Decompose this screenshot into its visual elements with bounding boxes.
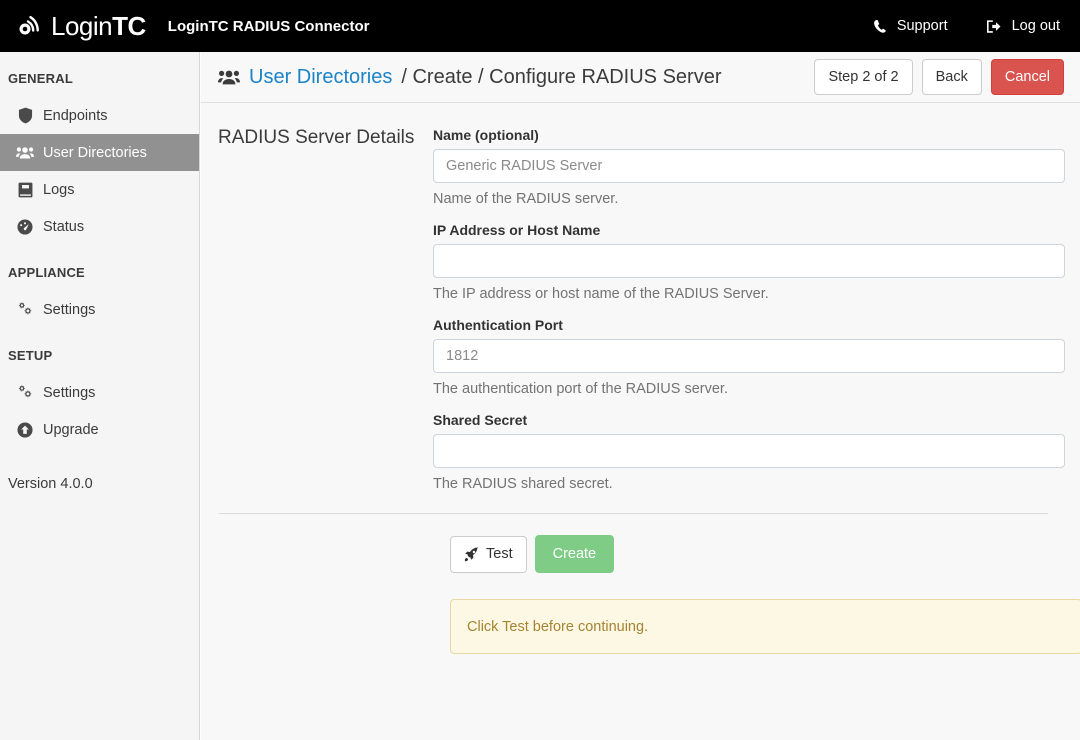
support-link[interactable]: Support xyxy=(873,18,948,34)
navbar-right-links: Support Log out xyxy=(835,18,1060,34)
logout-link[interactable]: Log out xyxy=(986,18,1060,34)
brand-tc-text: TC xyxy=(112,11,146,41)
users-icon xyxy=(16,145,34,160)
field-help: Name of the RADIUS server. xyxy=(433,191,619,207)
field-name: Name (optional) Name of the RADIUS serve… xyxy=(433,127,1065,207)
cogs-icon xyxy=(16,385,34,400)
page-header-buttons: Step 2 of 2 Back Cancel xyxy=(814,58,1064,96)
rocket-icon xyxy=(464,546,479,562)
brand-login-text: Login xyxy=(51,11,113,41)
sidebar-item-label: Settings xyxy=(43,384,96,401)
sidebar-item-logs[interactable]: Logs xyxy=(0,171,199,208)
field-label: IP Address or Host Name xyxy=(433,222,601,238)
field-label: Name (optional) xyxy=(433,127,539,143)
users-icon xyxy=(218,69,240,85)
sidebar-item-label: Upgrade xyxy=(43,421,99,438)
sidebar-item-endpoints[interactable]: Endpoints xyxy=(0,97,199,134)
sidebar-item-label: Status xyxy=(43,218,85,235)
support-label: Support xyxy=(896,18,948,34)
sidebar-heading-appliance: APPLIANCE xyxy=(8,265,85,280)
field-label: Shared Secret xyxy=(433,412,528,428)
shield-icon xyxy=(16,107,34,124)
form-area: RADIUS Server Details Name (optional) Na… xyxy=(201,103,1080,654)
version-label: Version 4.0.0 xyxy=(8,476,93,492)
field-host: IP Address or Host Name The IP address o… xyxy=(433,222,1065,302)
top-navbar: LoginTC LoginTC RADIUS Connector Support xyxy=(0,0,1080,52)
logout-label: Log out xyxy=(1011,18,1060,34)
form-section-title: RADIUS Server Details xyxy=(218,127,415,148)
test-button[interactable]: Test xyxy=(450,535,527,573)
sidebar-heading-general: GENERAL xyxy=(8,71,73,86)
create-button[interactable]: Create xyxy=(534,535,615,573)
breadcrumb-link-user-directories[interactable]: User Directories xyxy=(249,66,392,89)
name-input[interactable] xyxy=(433,149,1065,183)
field-help: The authentication port of the RADIUS se… xyxy=(433,381,728,397)
auth-port-input[interactable] xyxy=(433,339,1065,373)
sidebar-item-label: Settings xyxy=(43,301,96,318)
main-content: User Directories / Create / Configure RA… xyxy=(201,52,1080,740)
cogs-icon xyxy=(16,302,34,317)
form-actions: Test Create xyxy=(450,535,1064,573)
form-fields: Name (optional) Name of the RADIUS serve… xyxy=(433,127,1065,492)
shared-secret-input[interactable] xyxy=(433,434,1065,468)
alert-message: Click Test before continuing. xyxy=(467,618,649,635)
warning-alert: Click Test before continuing. xyxy=(450,599,1080,654)
sidebar-item-status[interactable]: Status xyxy=(0,208,199,245)
sidebar-item-label: Endpoints xyxy=(43,107,108,124)
sidebar-item-appliance-settings[interactable]: Settings xyxy=(0,291,199,328)
field-label: Authentication Port xyxy=(433,317,563,333)
sidebar-section-setup: SETUP Settings Upgrade xyxy=(0,337,199,448)
brand-wordmark: LoginTC xyxy=(51,13,146,39)
back-button[interactable]: Back xyxy=(921,58,982,96)
sidebar-item-upgrade[interactable]: Upgrade xyxy=(0,411,199,448)
host-input[interactable] xyxy=(433,244,1065,278)
field-shared-secret: Shared Secret The RADIUS shared secret. xyxy=(433,412,1065,492)
sidebar-heading-setup: SETUP xyxy=(8,348,53,363)
sidebar-item-label: Logs xyxy=(43,181,75,198)
step-indicator-button[interactable]: Step 2 of 2 xyxy=(814,58,913,96)
sidebar-section-general: GENERAL Endpoints User Directories Logs … xyxy=(0,60,199,245)
sidebar-section-appliance: APPLIANCE Settings xyxy=(0,254,199,328)
breadcrumb-current: / Create / Configure RADIUS Server xyxy=(401,65,722,88)
test-button-label: Test xyxy=(486,545,513,562)
tachometer-icon xyxy=(16,218,34,235)
form-divider xyxy=(219,513,1048,514)
breadcrumb: User Directories / Create / Configure RA… xyxy=(218,66,721,89)
field-auth-port: Authentication Port The authentication p… xyxy=(433,317,1065,397)
field-help: The RADIUS shared secret. xyxy=(433,476,613,492)
cancel-button[interactable]: Cancel xyxy=(990,58,1064,96)
logintc-logo-icon xyxy=(14,11,44,41)
sidebar-item-label: User Directories xyxy=(43,144,147,161)
field-help: The IP address or host name of the RADIU… xyxy=(433,286,769,302)
book-icon xyxy=(16,182,34,198)
app-root: LoginTC LoginTC RADIUS Connector Support xyxy=(0,0,1080,740)
sidebar-item-setup-settings[interactable]: Settings xyxy=(0,374,199,411)
arrow-up-circle-icon xyxy=(16,421,34,438)
sidebar: GENERAL Endpoints User Directories Logs … xyxy=(0,52,200,740)
phone-icon xyxy=(873,19,888,34)
sidebar-item-user-directories[interactable]: User Directories xyxy=(0,134,199,171)
app-title: LoginTC RADIUS Connector xyxy=(167,17,370,35)
brand[interactable]: LoginTC xyxy=(14,11,146,41)
sign-out-icon xyxy=(986,19,1003,34)
page-header: User Directories / Create / Configure RA… xyxy=(201,52,1080,103)
